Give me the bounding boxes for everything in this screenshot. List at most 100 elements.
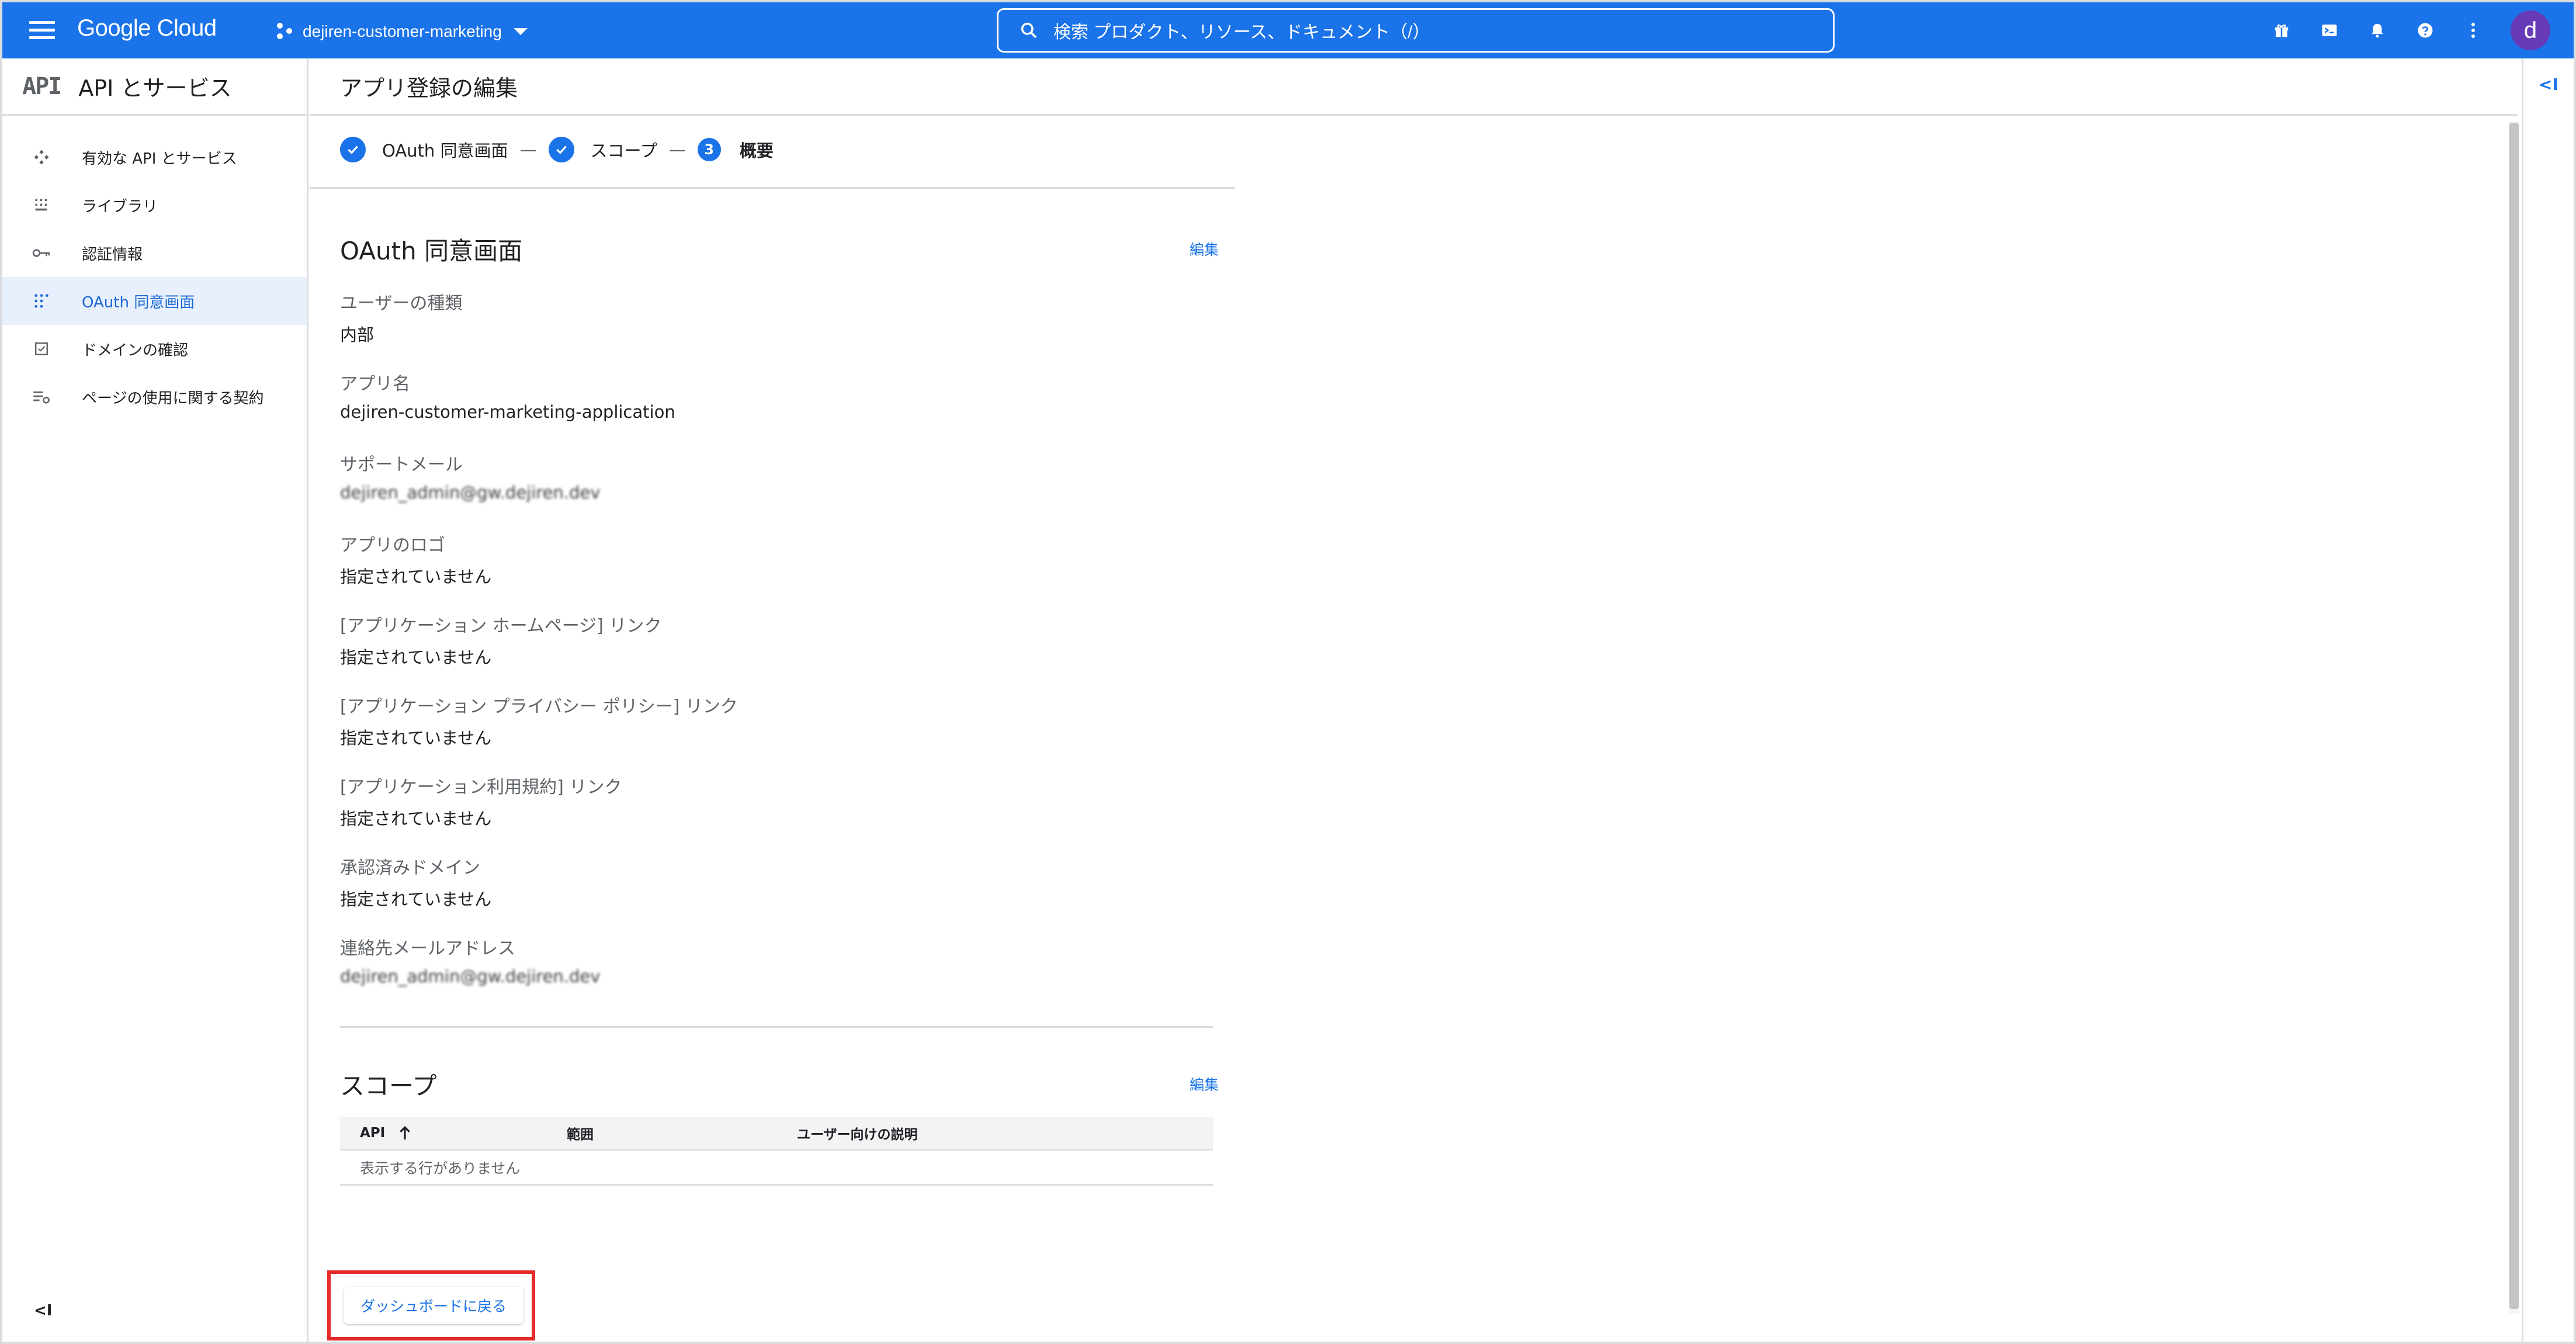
check-circle-icon (548, 137, 574, 162)
key-icon (32, 243, 51, 263)
field-label: [アプリケーション プライバシー ポリシー] リンク (340, 697, 738, 717)
google-cloud-logo[interactable]: Google Cloud (77, 15, 217, 41)
field-value: dejiren_admin@gw.dejiren.dev (340, 967, 601, 986)
sidebar-item-label: 有効な API とサービス (82, 150, 237, 168)
summary-field: 連絡先メールアドレス dejiren_admin@gw.dejiren.dev (340, 934, 1243, 992)
sidebar-nav: 有効な API とサービス ライブラリ 認証情報 OAuth 同意画面 ドメイン… (2, 133, 307, 421)
step-separator: — (668, 140, 686, 160)
field-label: ユーザーの種類 (340, 293, 463, 314)
field-label: アプリ名 (340, 374, 410, 394)
field-value: 指定されていません (340, 728, 492, 748)
summary-field: アプリのロゴ 指定されていません (340, 531, 1243, 589)
sidebar-item-enabled-apis[interactable]: 有効な API とサービス (2, 133, 307, 181)
top-app-bar: Google Cloud dejiren-customer-marketing … (2, 2, 2574, 58)
field-label: 承認済みドメイン (340, 858, 480, 878)
project-name: dejiren-customer-marketing (303, 22, 502, 40)
sidebar-item-credentials[interactable]: 認証情報 (2, 229, 307, 277)
oauth-edit-link[interactable]: 編集 (1190, 238, 1219, 259)
field-value: 内部 (340, 325, 375, 345)
scrollbar-thumb[interactable] (2509, 123, 2519, 1309)
sidebar: API API とサービス 有効な API とサービス ライブラリ 認証情報 O… (2, 58, 308, 1342)
sidebar-item-label: ライブラリ (82, 198, 158, 216)
step-1-label[interactable]: OAuth 同意画面 (382, 137, 508, 162)
notifications-icon[interactable] (2367, 20, 2388, 41)
scopes-section-title: スコープ (340, 1071, 437, 1100)
summary-content: OAuth 同意画面 編集 ユーザーの種類 内部アプリ名 dejiren-custo… (340, 228, 1243, 1186)
step-separator: — (519, 140, 537, 160)
step-2-label[interactable]: スコープ (591, 137, 657, 162)
expand-panel-button[interactable]: <I (2539, 75, 2560, 96)
more-vert-icon[interactable] (2463, 20, 2484, 41)
field-value: 指定されていません (340, 889, 492, 909)
sidebar-title: API とサービス (78, 75, 232, 101)
table-header: API 範囲 ユーザー向けの説明 (340, 1117, 1213, 1151)
sidebar-item-label: OAuth 同意画面 (82, 293, 195, 311)
collapse-sidebar-button[interactable]: <I (34, 1302, 52, 1319)
column-label: 範囲 (567, 1127, 594, 1142)
right-panel-rail: <I (2522, 58, 2574, 1342)
sidebar-item-label: 認証情報 (82, 245, 143, 264)
column-label: ユーザー向けの説明 (797, 1127, 918, 1142)
step-3-number: 3 (697, 138, 721, 161)
scopes-section-header: スコープ 編集 (340, 1063, 1243, 1105)
field-label: [アプリケーション利用規約] リンク (340, 777, 622, 798)
consent-icon (32, 291, 51, 311)
column-header-user-description: ユーザー向けの説明 (777, 1123, 918, 1143)
oauth-section-header: OAuth 同意画面 編集 (340, 228, 1243, 270)
field-label: 連絡先メールアドレス (340, 938, 515, 959)
account-avatar[interactable]: d (2511, 11, 2550, 50)
summary-field: ユーザーの種類 内部 (340, 289, 1243, 347)
summary-field: 承認済みドメイン 指定されていません (340, 853, 1243, 912)
project-selector[interactable]: dejiren-customer-marketing (277, 19, 528, 44)
stepper: OAuth 同意画面 — スコープ — 3 概要 (340, 132, 774, 167)
api-logo-icon: API (22, 72, 62, 100)
field-label: アプリのロゴ (340, 535, 445, 556)
search-input[interactable]: 検索 プロダクト、リソース、ドキュメント（/） (1053, 18, 1430, 43)
cloud-shell-icon[interactable] (2319, 20, 2340, 41)
menu-icon[interactable] (29, 21, 55, 40)
summary-field: アプリ名 dejiren-customer-marketing-applicati… (340, 369, 1243, 428)
sidebar-item-page-usage-agreements[interactable]: ページの使用に関する契約 (2, 373, 307, 421)
summary-field: [アプリケーション利用規約] リンク 指定されていません (340, 773, 1243, 831)
check-circle-icon (340, 137, 366, 162)
scopes-table: API 範囲 ユーザー向けの説明 表示する行がありません (340, 1117, 1213, 1186)
sidebar-item-label: ドメインの確認 (82, 341, 189, 359)
field-value: 指定されていません (340, 647, 492, 667)
field-value: dejiren_admin@gw.dejiren.dev (340, 483, 601, 503)
highlight-box: ダッシュボードに戻る (327, 1270, 535, 1340)
page-settings-icon (32, 387, 51, 407)
summary-field: サポートメール dejiren_admin@gw.dejiren.dev (340, 450, 1243, 508)
back-to-dashboard-button[interactable]: ダッシュボードに戻る (344, 1287, 523, 1324)
page-title: アプリ登録の編集 (310, 58, 2518, 116)
column-header-scope: 範囲 (547, 1123, 777, 1143)
oauth-field-list: ユーザーの種類 内部アプリ名 dejiren-customer-marketing-… (340, 289, 1243, 992)
stepper-divider (310, 187, 1235, 189)
field-value: dejiren-customer-marketing-application (340, 402, 675, 422)
help-icon[interactable] (2415, 20, 2436, 41)
top-actions: d (2271, 11, 2550, 50)
main-content: アプリ登録の編集 OAuth 同意画面 — スコープ — 3 概要 OAuth … (310, 58, 2518, 1342)
sidebar-item-label: ページの使用に関する契約 (82, 389, 264, 407)
summary-field: [アプリケーション ホームページ] リンク 指定されていません (340, 611, 1243, 670)
section-divider (340, 1026, 1213, 1028)
arrow-up-icon (398, 1125, 412, 1141)
search-bar[interactable]: 検索 プロダクト、リソース、ドキュメント（/） (997, 8, 1835, 53)
gift-icon[interactable] (2271, 20, 2292, 41)
table-empty-row: 表示する行がありません (340, 1151, 1213, 1186)
sidebar-item-library[interactable]: ライブラリ (2, 181, 307, 229)
sidebar-header: API API とサービス (2, 58, 307, 116)
project-hub-icon (277, 23, 294, 40)
column-label: API (360, 1125, 386, 1141)
step-3-label: 概要 (739, 141, 774, 161)
scopes-edit-link[interactable]: 編集 (1190, 1073, 1219, 1094)
scrollbar[interactable] (2509, 122, 2519, 1314)
field-label: [アプリケーション ホームページ] リンク (340, 616, 662, 636)
sidebar-item-oauth-consent[interactable]: OAuth 同意画面 (2, 277, 307, 325)
oauth-section-title: OAuth 同意画面 (340, 236, 523, 265)
summary-field: [アプリケーション プライバシー ポリシー] リンク 指定されていません (340, 692, 1243, 750)
sidebar-item-domain-verification[interactable]: ドメインの確認 (2, 325, 307, 373)
column-header-api[interactable]: API (340, 1125, 547, 1141)
field-label: サポートメール (340, 455, 463, 475)
api-hub-icon (32, 147, 51, 167)
search-icon (1021, 22, 1037, 39)
